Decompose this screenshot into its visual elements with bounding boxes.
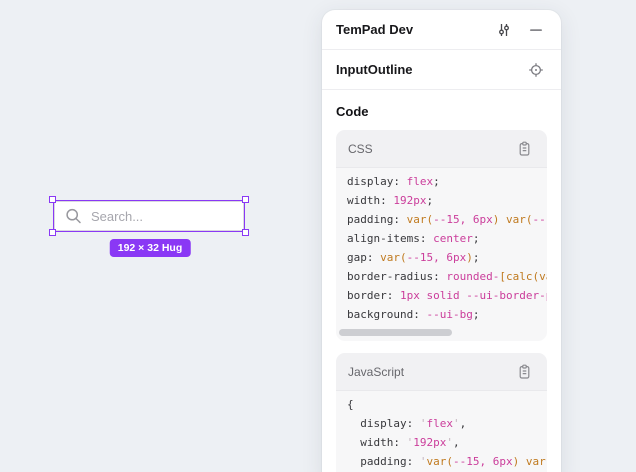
target-icon[interactable]	[525, 59, 547, 81]
panel-body: Code CSS display: flex;width: 192px;padd…	[322, 90, 561, 472]
selected-component-row: InputOutline	[322, 50, 561, 90]
scrollbar-thumb[interactable]	[339, 329, 452, 336]
css-code-card: CSS display: flex;width: 192px;padding: …	[336, 130, 547, 341]
copy-icon[interactable]	[513, 361, 535, 383]
css-code: display: flex;width: 192px;padding: var(…	[336, 168, 547, 326]
selection-size-badge: 192 × 32 Hug	[110, 239, 191, 257]
code-section-title: Code	[336, 104, 547, 119]
selection-handle-bottom-left[interactable]	[49, 229, 56, 236]
selection-handle-top-left[interactable]	[49, 196, 56, 203]
horizontal-scrollbar	[339, 329, 543, 336]
selection-handle-top-right[interactable]	[242, 196, 249, 203]
javascript-card-label: JavaScript	[348, 365, 513, 379]
javascript-code-card: JavaScript { display: 'flex', width: '19…	[336, 353, 547, 472]
css-card-label: CSS	[348, 142, 513, 156]
search-input[interactable]	[54, 201, 244, 231]
copy-icon[interactable]	[513, 138, 535, 160]
css-card-header: CSS	[336, 130, 547, 168]
panel-header: TemPad Dev	[322, 10, 561, 50]
minimize-icon[interactable]	[525, 19, 547, 41]
javascript-card-header: JavaScript	[336, 353, 547, 391]
component-name: InputOutline	[336, 62, 515, 77]
selection-handle-bottom-right[interactable]	[242, 229, 249, 236]
sliders-icon[interactable]	[493, 19, 515, 41]
javascript-code: { display: 'flex', width: '192px', paddi…	[336, 391, 547, 472]
tempad-dev-panel: TemPad Dev InputOutline	[322, 10, 561, 472]
panel-title: TemPad Dev	[336, 22, 483, 37]
canvas-selection-box[interactable]	[53, 200, 245, 232]
